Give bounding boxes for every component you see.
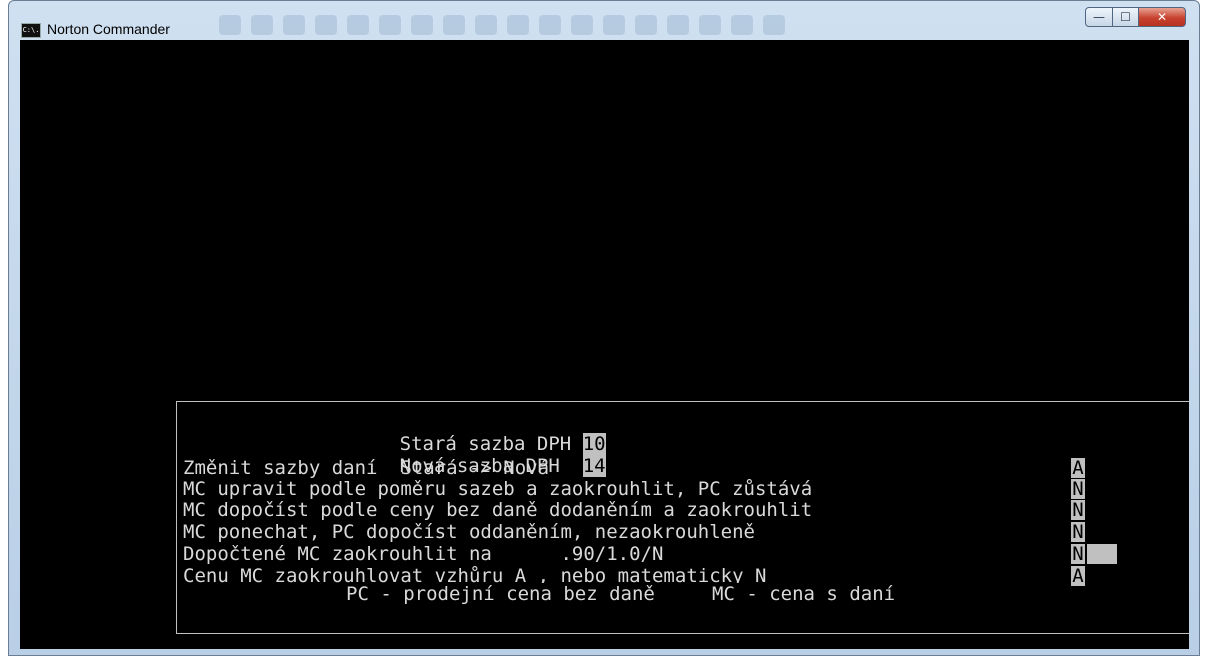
option-flag[interactable]: N	[1071, 522, 1085, 542]
option-flag[interactable]: A	[1071, 458, 1085, 478]
ghost-icon	[667, 15, 689, 35]
ghost-icon	[219, 15, 241, 35]
title-bar[interactable]: C:\. Norton Commander — ☐ ✕	[9, 1, 1199, 41]
new-rate-input[interactable]: 14	[582, 455, 606, 477]
ghost-icon	[571, 15, 593, 35]
ghost-icon	[411, 15, 433, 35]
ghost-icon	[539, 15, 561, 35]
ghost-icon	[731, 15, 753, 35]
close-button[interactable]: ✕	[1138, 7, 1186, 27]
option-label: MC upravit podle poměru sazeb a zaokrouh…	[183, 478, 813, 500]
console-app-icon[interactable]: C:\.	[21, 23, 41, 38]
ghost-icon	[635, 15, 657, 35]
ghost-icon	[315, 15, 337, 35]
window-title: Norton Commander	[47, 21, 170, 37]
dialog-footer: PC - prodejní cena bez daně MC - cena s …	[165, 583, 1186, 607]
ghost-icon	[283, 15, 305, 35]
ghost-icon	[475, 15, 497, 35]
text-cursor[interactable]	[1087, 544, 1117, 564]
console-area[interactable]: Stará sazba DPH 10 Nová sazba DPH 14 Změ…	[20, 40, 1189, 649]
ghost-icon	[763, 15, 785, 35]
background-toolbar-ghost	[219, 15, 839, 41]
console-window: C:\. Norton Commander — ☐ ✕ Stará sazba …	[8, 0, 1200, 656]
ghost-icon	[507, 15, 529, 35]
ghost-icon	[699, 15, 721, 35]
option-label: Dopočtené MC zaokrouhlit na .90/1.0/N	[183, 543, 664, 565]
option-label: MC ponechat, PC dopočíst oddaněním, neza…	[183, 521, 755, 543]
option-flag[interactable]: N	[1071, 544, 1085, 564]
footer-legend: PC - prodejní cena bez daně MC - cena s …	[340, 583, 902, 605]
ghost-icon	[379, 15, 401, 35]
ghost-icon	[443, 15, 465, 35]
ghost-icon	[251, 15, 273, 35]
ghost-icon	[603, 15, 625, 35]
minimize-button[interactable]: —	[1085, 7, 1113, 27]
option-flag[interactable]: N	[1071, 500, 1085, 520]
option-flag[interactable]: N	[1071, 479, 1085, 499]
option-label: Změnit sazby daní Stará -> Nová	[183, 457, 550, 479]
option-label: MC dopočíst podle ceny bez daně dodanění…	[183, 499, 813, 521]
ghost-icon	[347, 15, 369, 35]
maximize-button[interactable]: ☐	[1112, 7, 1139, 27]
